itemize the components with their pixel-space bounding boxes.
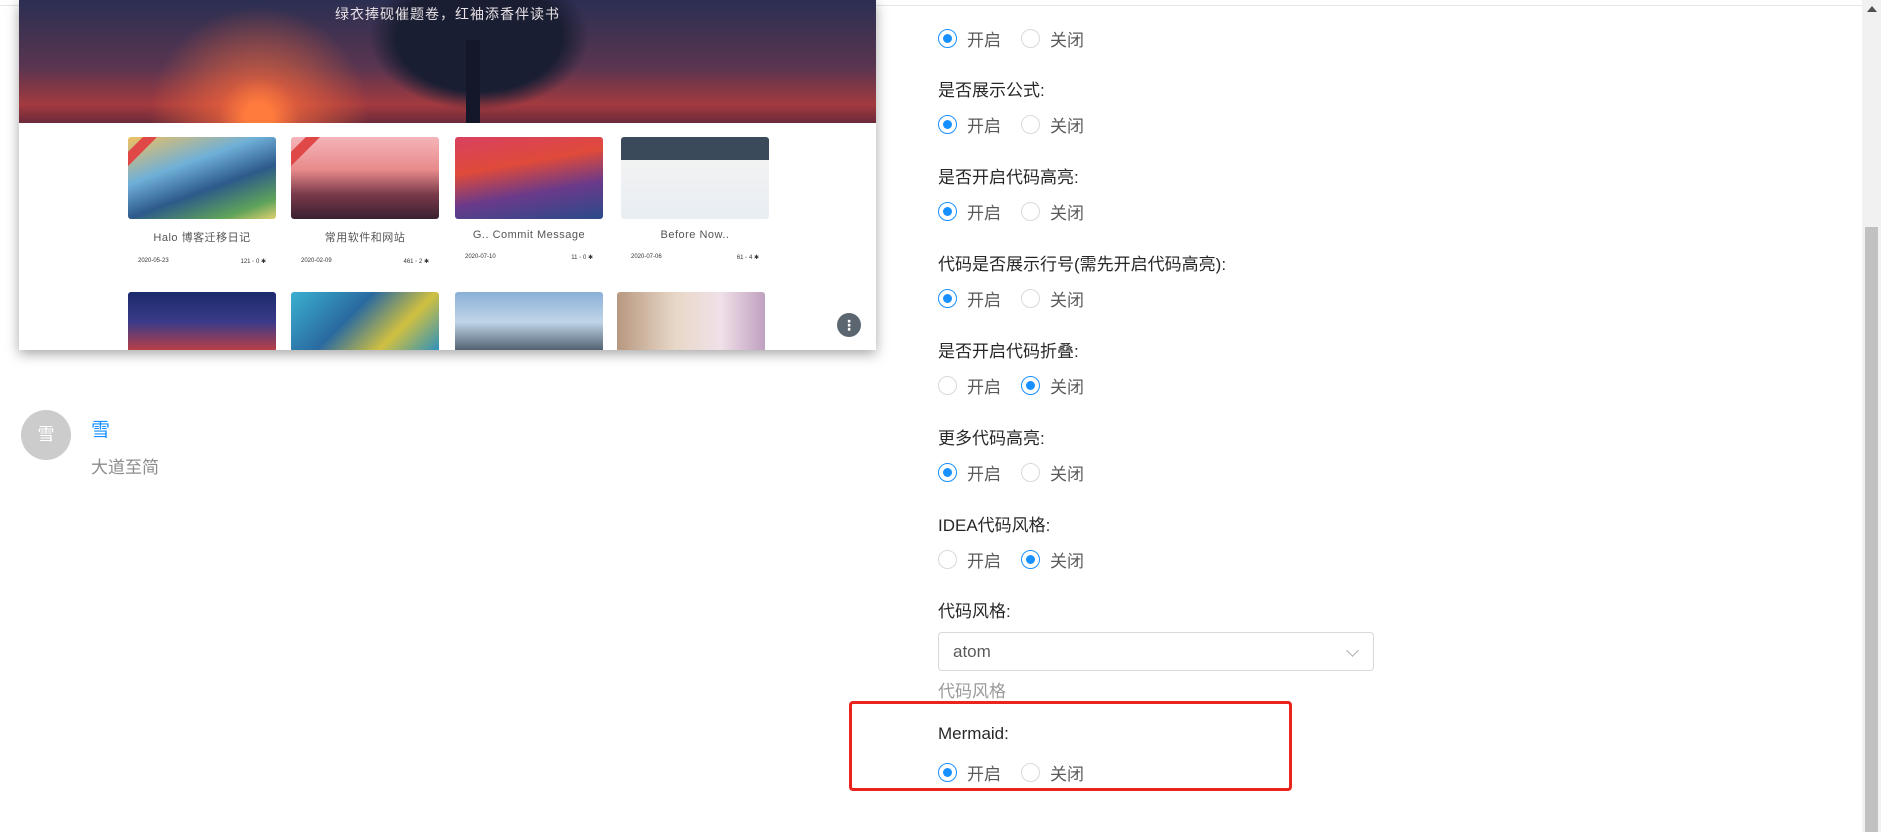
card-date: 2020-05-23 — [138, 258, 169, 264]
card-meta: 2020-05-23 121 ◦ 0 ✱ — [128, 258, 276, 265]
vertical-scrollbar[interactable] — [1862, 0, 1881, 832]
option-on[interactable]: 开启 — [938, 26, 1001, 51]
card-meta: 2020-02-09 461 ◦ 2 ✱ — [291, 258, 439, 265]
card-thumbnail — [291, 292, 439, 350]
code-style-value: atom — [953, 642, 991, 661]
option-off[interactable]: 关闭 — [1021, 460, 1084, 485]
radio-off[interactable] — [1021, 115, 1040, 134]
preview-card: 常用软件和网站 2020-02-09 461 ◦ 2 ✱ — [291, 137, 439, 265]
card-date: 2020-07-06 — [631, 254, 662, 260]
chevron-down-icon — [1346, 644, 1359, 657]
radio-off[interactable] — [1021, 29, 1040, 48]
card-title: Before Now.. — [660, 229, 730, 241]
radio-on[interactable] — [938, 29, 957, 48]
code-fold-radio-group: 开启 关闭 — [938, 373, 1104, 398]
preview-banner: 绿衣捧砚催题卷，红袖添香伴读书 — [19, 0, 876, 123]
card-stats: 121 ◦ 0 ✱ — [240, 259, 266, 265]
code-highlight-radio-group: 开启 关闭 — [938, 199, 1104, 224]
avatar: 雪 — [21, 410, 71, 460]
card-thumbnail — [128, 137, 276, 219]
card-stats: 61 ◦ 4 ✱ — [736, 255, 759, 261]
setting-label-more-highlight: 更多代码高亮: — [938, 429, 1045, 448]
more-highlight-radio-group: 开启 关闭 — [938, 460, 1104, 485]
top-ribbon — [291, 137, 324, 170]
card-meta: 2020-07-10 11 ◦ 0 ✱ — [455, 254, 603, 261]
setting-label-formula: 是否展示公式: — [938, 81, 1045, 100]
option-on[interactable]: 开启 — [938, 199, 1001, 224]
preview-card: G.. Commit Message 2020-07-10 11 ◦ 0 ✱ — [455, 137, 603, 261]
radio-off[interactable] — [1021, 376, 1040, 395]
radio-off[interactable] — [1021, 289, 1040, 308]
banner-tree-trunk — [466, 40, 480, 123]
radio-on[interactable] — [938, 289, 957, 308]
scroll-up-arrow-icon[interactable] — [1867, 6, 1877, 12]
radio-on[interactable] — [938, 550, 957, 569]
card-title: G.. Commit Message — [472, 229, 586, 241]
radio-on[interactable] — [938, 115, 957, 134]
scrollbar-thumb[interactable] — [1865, 227, 1878, 832]
idea-style-radio-group: 开启 关闭 — [938, 547, 1104, 572]
option-on[interactable]: 开启 — [938, 373, 1001, 398]
radio-on[interactable] — [938, 202, 957, 221]
card-date: 2020-02-09 — [301, 258, 332, 264]
card-thumbnail — [291, 137, 439, 219]
radio-off[interactable] — [1021, 202, 1040, 221]
card-meta: 2020-07-06 61 ◦ 4 ✱ — [621, 254, 769, 261]
preview-card: Halo 博客迁移日记 2020-05-23 121 ◦ 0 ✱ — [128, 137, 276, 265]
mermaid-highlight-box — [849, 701, 1292, 791]
option-on[interactable]: 开启 — [938, 112, 1001, 137]
setting-label-code-highlight: 是否开启代码高亮: — [938, 168, 1079, 187]
setting-label-idea-style: IDEA代码风格: — [938, 516, 1051, 535]
radio-off[interactable] — [1021, 550, 1040, 569]
option-off[interactable]: 关闭 — [1021, 286, 1084, 311]
preview-card: Before Now.. 2020-07-06 61 ◦ 4 ✱ — [621, 137, 769, 261]
card-title: Halo 博客迁移日记 — [153, 232, 251, 244]
line-numbers-radio-group: 开启 关闭 — [938, 286, 1104, 311]
setting-label-code-fold: 是否开启代码折叠: — [938, 342, 1079, 361]
author-description: 大道至简 — [91, 458, 159, 477]
setting-label-code-style: 代码风格: — [938, 602, 1011, 621]
radio-on[interactable] — [938, 463, 957, 482]
option-on[interactable]: 开启 — [938, 547, 1001, 572]
setting-label-line-numbers: 代码是否展示行号(需先开启代码高亮): — [938, 255, 1227, 274]
card-title: 常用软件和网站 — [324, 232, 406, 244]
card-stats: 11 ◦ 0 ✱ — [571, 255, 593, 261]
option-off[interactable]: 关闭 — [1021, 112, 1084, 137]
card-thumbnail — [455, 137, 603, 219]
option-off[interactable]: 关闭 — [1021, 547, 1084, 572]
option-off[interactable]: 关闭 — [1021, 199, 1084, 224]
radio-off[interactable] — [1021, 463, 1040, 482]
more-options-icon: ⋮ — [837, 313, 861, 337]
card-date: 2020-07-10 — [465, 254, 496, 260]
card-stats: 461 ◦ 2 ✱ — [403, 259, 429, 265]
code-style-help-text: 代码风格 — [938, 682, 1006, 701]
card-thumbnail — [621, 137, 769, 219]
radio-on[interactable] — [938, 376, 957, 395]
code-style-select[interactable]: atom — [938, 632, 1374, 671]
theme-preview-image: 绿衣捧砚催题卷，红袖添香伴读书 Halo 博客迁移日记 2020-05-23 1… — [19, 0, 876, 350]
card-thumbnail — [128, 292, 276, 350]
formula-radio-group: 开启 关闭 — [938, 112, 1104, 137]
option-off[interactable]: 关闭 — [1021, 373, 1084, 398]
banner-text: 绿衣捧砚催题卷，红袖添香伴读书 — [335, 6, 560, 22]
option-off[interactable]: 关闭 — [1021, 26, 1084, 51]
option-on[interactable]: 开启 — [938, 286, 1001, 311]
author-name-link[interactable]: 雪 — [91, 415, 110, 442]
top-ribbon — [128, 137, 161, 170]
option-on[interactable]: 开启 — [938, 460, 1001, 485]
card-thumbnail — [617, 292, 765, 350]
setting-radio-group: 开启 关闭 — [938, 26, 1104, 51]
card-thumbnail — [455, 292, 603, 350]
